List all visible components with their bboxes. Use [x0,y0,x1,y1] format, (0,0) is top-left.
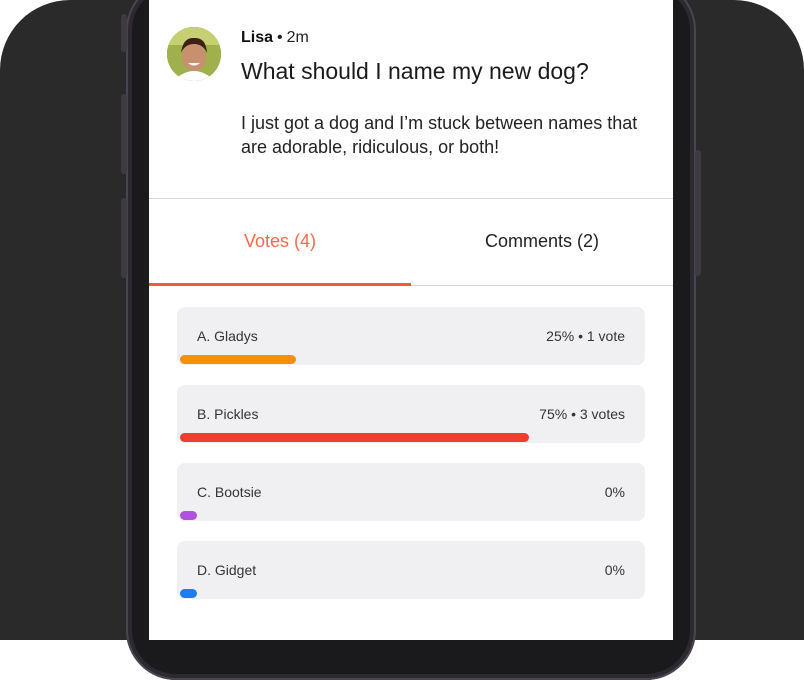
avatar[interactable] [167,27,221,81]
post-time: 2m [286,29,309,46]
poll-option-pickles[interactable]: B. Pickles 75% • 3 votes [177,385,645,443]
action-button [121,14,127,52]
power-button [695,150,701,276]
option-label: A. Gladys [197,328,258,344]
progress-track [180,433,540,442]
tab-votes[interactable]: Votes (4) [149,199,411,283]
progress-bar [180,589,197,598]
poll-option-gidget[interactable]: D. Gidget 0% [177,541,645,599]
post-body: I just got a dog and I’m stuck between n… [241,113,638,157]
active-tab-indicator [149,283,411,286]
post-title: What should I name my new dog? [241,58,589,84]
volume-down-button [121,198,127,278]
option-label: D. Gidget [197,562,257,578]
progress-bar [180,511,197,520]
option-stats: 75% • 3 votes [539,406,625,422]
progress-track [180,511,540,520]
post: Lisa • 2m What should I name my new dog? I… [149,0,673,199]
poll-options: A. Gladys 25% • 1 vote B. Pickles 75% • … [177,307,645,619]
author-name[interactable]: Lisa [241,29,273,46]
post-meta: Lisa • 2m [241,29,309,47]
app-screen: Lisa • 2m What should I name my new dog? I… [149,0,673,640]
tab-underline [411,285,673,286]
avatar-image [167,27,221,81]
option-stats: 25% • 1 vote [546,328,625,344]
option-label: C. Bootsie [197,484,262,500]
progress-track [180,355,540,364]
poll-option-gladys[interactable]: A. Gladys 25% • 1 vote [177,307,645,365]
tab-bar: Votes (4) Comments (2) [149,199,673,287]
volume-up-button [121,94,127,174]
progress-bar [180,355,297,364]
option-stats: 0% [604,562,625,578]
option-stats: 0% [604,484,625,500]
meta-separator: • [277,29,283,46]
progress-track [180,589,540,598]
progress-bar [180,433,529,442]
poll-option-bootsie[interactable]: C. Bootsie 0% [177,463,645,521]
option-label: B. Pickles [197,406,259,422]
tab-comments[interactable]: Comments (2) [411,199,673,283]
